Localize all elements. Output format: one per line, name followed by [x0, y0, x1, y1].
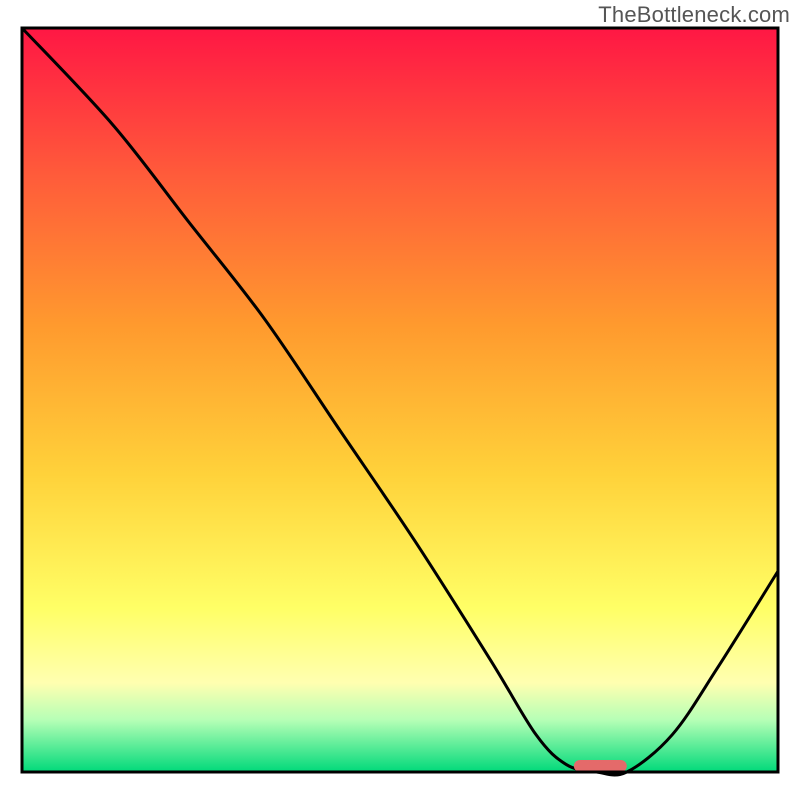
gradient-background [22, 28, 778, 772]
watermark-text: TheBottleneck.com [598, 2, 790, 28]
chart-svg [0, 0, 800, 800]
chart-container: TheBottleneck.com [0, 0, 800, 800]
optimal-marker [574, 760, 627, 772]
